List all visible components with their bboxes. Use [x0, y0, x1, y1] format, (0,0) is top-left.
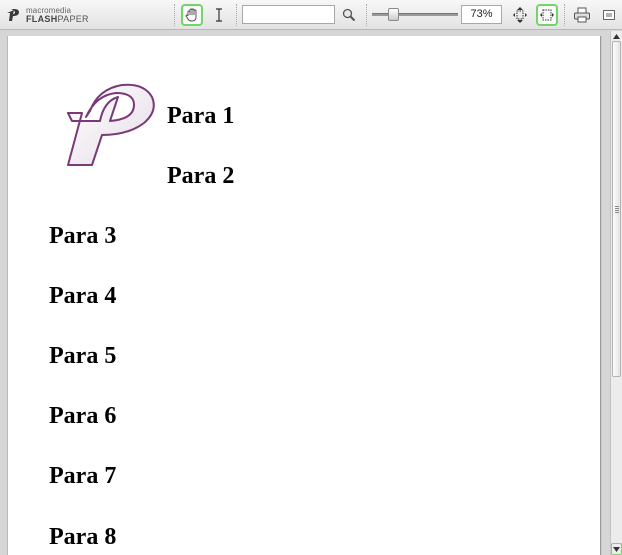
paragraph-2: Para 2: [167, 163, 235, 189]
print-icon: [574, 7, 590, 23]
options-menu-icon: [603, 10, 615, 20]
document-viewport: Para 1 Para 2 Para 3 Para 4 Para 5 Para …: [0, 31, 610, 555]
hand-tool-button[interactable]: [181, 4, 203, 26]
text-select-button[interactable]: [208, 4, 230, 26]
paragraph-8: Para 8: [49, 524, 117, 550]
paragraph-4: Para 4: [49, 283, 117, 309]
search-button[interactable]: [338, 4, 360, 26]
zoom-level-field[interactable]: 73%: [461, 5, 502, 24]
arrow-up-icon: [613, 34, 620, 39]
logo-product-bold: FLASH: [26, 14, 58, 24]
arrow-down-icon: [613, 547, 620, 552]
logo-product-rest: PAPER: [57, 14, 89, 24]
fit-width-button[interactable]: [536, 4, 558, 26]
hand-tool-icon: [185, 8, 197, 22]
toolbar-separator: [236, 4, 237, 26]
vertical-scrollbar[interactable]: [610, 31, 622, 555]
flashpaper-document-logo: [66, 83, 155, 166]
toolbar-separator: [366, 4, 367, 26]
toolbar-separator: [174, 4, 175, 26]
paragraph-6: Para 6: [49, 403, 117, 429]
thumb-grip: [615, 208, 619, 209]
search-icon: [342, 8, 356, 22]
fit-height-icon: [513, 7, 527, 23]
thumb-grip: [615, 206, 619, 207]
document-page: Para 1 Para 2 Para 3 Para 4 Para 5 Para …: [7, 36, 601, 555]
flashpaper-logo: macromedia FLASHPAPER: [6, 6, 92, 24]
paragraph-5: Para 5: [49, 343, 117, 369]
zoom-slider-thumb[interactable]: [388, 8, 399, 21]
thumb-grip: [615, 212, 619, 213]
flashpaper-logo-icon: [7, 9, 19, 21]
zoom-slider-track[interactable]: [372, 13, 458, 16]
logo-product-text: FLASHPAPER: [26, 14, 89, 24]
text-select-icon: [216, 8, 222, 22]
thumb-grip: [615, 210, 619, 211]
scrollbar-thumb[interactable]: [612, 41, 621, 377]
search-input[interactable]: [242, 5, 335, 24]
fit-height-button[interactable]: [509, 4, 531, 26]
paragraph-7: Para 7: [49, 463, 117, 489]
print-button[interactable]: [571, 4, 593, 26]
paragraph-1: Para 1: [167, 103, 235, 129]
scroll-down-button[interactable]: [611, 543, 622, 555]
toolbar: macromedia FLASHPAPER 73%: [0, 0, 622, 30]
toolbar-separator: [564, 4, 565, 26]
paragraph-3: Para 3: [49, 223, 117, 249]
options-menu-button[interactable]: [598, 4, 620, 26]
fit-width-icon: [540, 9, 554, 21]
